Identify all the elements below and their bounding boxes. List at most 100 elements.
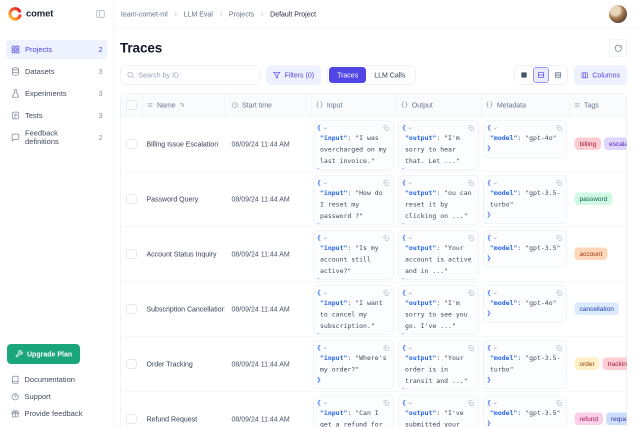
copy-icon[interactable] xyxy=(468,345,475,352)
chevron-down-icon[interactable] xyxy=(322,400,328,406)
input-json-cell[interactable]: { "input": "I was overcharged on my last… xyxy=(314,121,394,170)
row-checkbox[interactable] xyxy=(127,249,137,259)
upgrade-plan-button[interactable]: Upgrade Plan xyxy=(7,344,80,364)
chevron-down-icon[interactable] xyxy=(322,345,328,351)
table-row[interactable]: Password Query 08/09/24 11:44 AM { "inpu… xyxy=(121,172,627,227)
copy-icon[interactable] xyxy=(383,180,390,187)
chevron-down-icon[interactable] xyxy=(407,290,413,296)
metadata-json-cell[interactable]: { "model": "gpt-3.5" } xyxy=(484,396,567,427)
select-all-checkbox[interactable] xyxy=(126,100,136,110)
row-checkbox[interactable] xyxy=(127,194,137,204)
chevron-down-icon[interactable] xyxy=(322,125,328,131)
chevron-down-icon[interactable] xyxy=(407,400,413,406)
chevron-down-icon[interactable] xyxy=(492,125,498,131)
trace-name[interactable]: Password Query xyxy=(147,195,199,203)
chevron-down-icon[interactable] xyxy=(492,180,498,186)
tab-llm-calls[interactable]: LLM Calls xyxy=(366,67,413,83)
sidebar-collapse-icon[interactable] xyxy=(96,9,106,19)
tab-traces[interactable]: Traces xyxy=(329,67,366,83)
copy-icon[interactable] xyxy=(556,125,563,132)
tag[interactable]: order xyxy=(575,358,600,371)
copy-icon[interactable] xyxy=(383,290,390,297)
tag[interactable]: billing xyxy=(575,138,602,151)
tag[interactable]: escalation xyxy=(604,138,626,151)
chevron-down-icon[interactable] xyxy=(322,290,328,296)
column-header-metadata[interactable]: {} Metadata xyxy=(482,94,570,117)
sidebar-item-documentation[interactable]: Documentation xyxy=(6,371,108,388)
table-row[interactable]: Subscription Cancellation 08/09/24 11:44… xyxy=(121,282,627,337)
chevron-down-icon[interactable] xyxy=(322,180,328,186)
sidebar-item-experiments[interactable]: Experiments 3 xyxy=(6,84,108,103)
metadata-json-cell[interactable]: { "model": "gpt-4o" } xyxy=(484,286,567,323)
copy-icon[interactable] xyxy=(468,290,475,297)
table-row[interactable]: Refund Request 08/09/24 11:44 AM { "inpu… xyxy=(121,392,627,427)
chevron-down-icon[interactable] xyxy=(492,235,498,241)
tag[interactable]: tracking xyxy=(603,358,627,371)
copy-icon[interactable] xyxy=(383,235,390,242)
search-input[interactable] xyxy=(139,71,254,79)
density-medium-button[interactable] xyxy=(533,67,549,83)
chevron-down-icon[interactable] xyxy=(407,125,413,131)
table-row[interactable]: Billing Issue Escalation 08/09/24 11:44 … xyxy=(121,117,627,172)
tag[interactable]: request xyxy=(606,413,627,426)
trace-name[interactable]: Billing Issue Escalation xyxy=(147,140,219,148)
sidebar-item-provide-feedback[interactable]: Provide feedback xyxy=(6,405,108,422)
output-json-cell[interactable]: { "output": "I'm sorry to see you go. I'… xyxy=(399,286,479,335)
chevron-down-icon[interactable] xyxy=(492,290,498,296)
input-json-cell[interactable]: { "input": "Can I get a refund for my la… xyxy=(314,396,394,427)
copy-icon[interactable] xyxy=(556,180,563,187)
density-large-button[interactable] xyxy=(550,67,566,83)
chevron-down-icon[interactable] xyxy=(322,235,328,241)
breadcrumb-project-group[interactable]: LLM Eval xyxy=(184,10,213,18)
refresh-button[interactable] xyxy=(609,39,627,57)
comet-logo[interactable]: comet xyxy=(8,7,53,21)
search-box[interactable] xyxy=(120,65,260,85)
metadata-json-cell[interactable]: { "model": "gpt-3.5" } xyxy=(484,231,567,268)
copy-icon[interactable] xyxy=(468,180,475,187)
input-json-cell[interactable]: { "input": "How do I reset my password ?… xyxy=(314,176,394,225)
input-json-cell[interactable]: { "input": "Is my account still active?"… xyxy=(314,231,394,280)
input-json-cell[interactable]: { "input": "Where's my order?" } xyxy=(314,341,394,390)
tag[interactable]: password xyxy=(575,193,613,206)
avatar[interactable] xyxy=(609,5,627,23)
trace-name[interactable]: Account Status Inquiry xyxy=(147,250,217,258)
tag[interactable]: cancellation xyxy=(575,303,619,316)
copy-icon[interactable] xyxy=(556,235,563,242)
copy-icon[interactable] xyxy=(383,400,390,407)
tag[interactable]: account xyxy=(575,248,608,261)
metadata-json-cell[interactable]: { "model": "gpt-4o" } xyxy=(484,121,567,158)
filters-button[interactable]: Filters (0) xyxy=(266,65,321,85)
output-json-cell[interactable]: { "output": "I've submitted your refund … xyxy=(399,396,479,427)
sort-icon[interactable] xyxy=(179,102,186,109)
column-header-output[interactable]: {} Output xyxy=(397,94,482,117)
tag[interactable]: refund xyxy=(575,413,603,426)
chevron-down-icon[interactable] xyxy=(492,400,498,406)
output-json-cell[interactable]: { "output": "ou can reset it by clicking… xyxy=(399,176,479,225)
sidebar-item-feedback-definitions[interactable]: Feedback definitions 2 xyxy=(6,128,108,147)
copy-icon[interactable] xyxy=(468,400,475,407)
columns-button[interactable]: Columns xyxy=(574,65,627,85)
chevron-down-icon[interactable] xyxy=(407,235,413,241)
copy-icon[interactable] xyxy=(556,400,563,407)
row-checkbox[interactable] xyxy=(127,359,137,369)
output-json-cell[interactable]: { "output": "Your order is in transit an… xyxy=(399,341,479,390)
chevron-down-icon[interactable] xyxy=(492,345,498,351)
row-checkbox[interactable] xyxy=(127,304,137,314)
copy-icon[interactable] xyxy=(556,290,563,297)
row-checkbox[interactable] xyxy=(127,414,137,424)
copy-icon[interactable] xyxy=(556,345,563,352)
column-header-start-time[interactable]: Start time xyxy=(225,94,312,117)
chevron-down-icon[interactable] xyxy=(407,180,413,186)
output-json-cell[interactable]: { "output": "Your account is active and … xyxy=(399,231,479,280)
sidebar-item-projects[interactable]: Projects 2 xyxy=(6,40,108,59)
trace-name[interactable]: Order Tracking xyxy=(147,360,193,368)
copy-icon[interactable] xyxy=(383,125,390,132)
density-compact-button[interactable] xyxy=(516,67,532,83)
copy-icon[interactable] xyxy=(468,235,475,242)
copy-icon[interactable] xyxy=(468,125,475,132)
column-header-tags[interactable]: Tags xyxy=(570,94,627,117)
row-checkbox[interactable] xyxy=(127,139,137,149)
breadcrumb-workspace[interactable]: team-comet-ml xyxy=(121,10,168,18)
table-row[interactable]: Order Tracking 08/09/24 11:44 AM { "inpu… xyxy=(121,337,627,392)
output-json-cell[interactable]: { "output": "I'm sorry to hear that. Let… xyxy=(399,121,479,170)
